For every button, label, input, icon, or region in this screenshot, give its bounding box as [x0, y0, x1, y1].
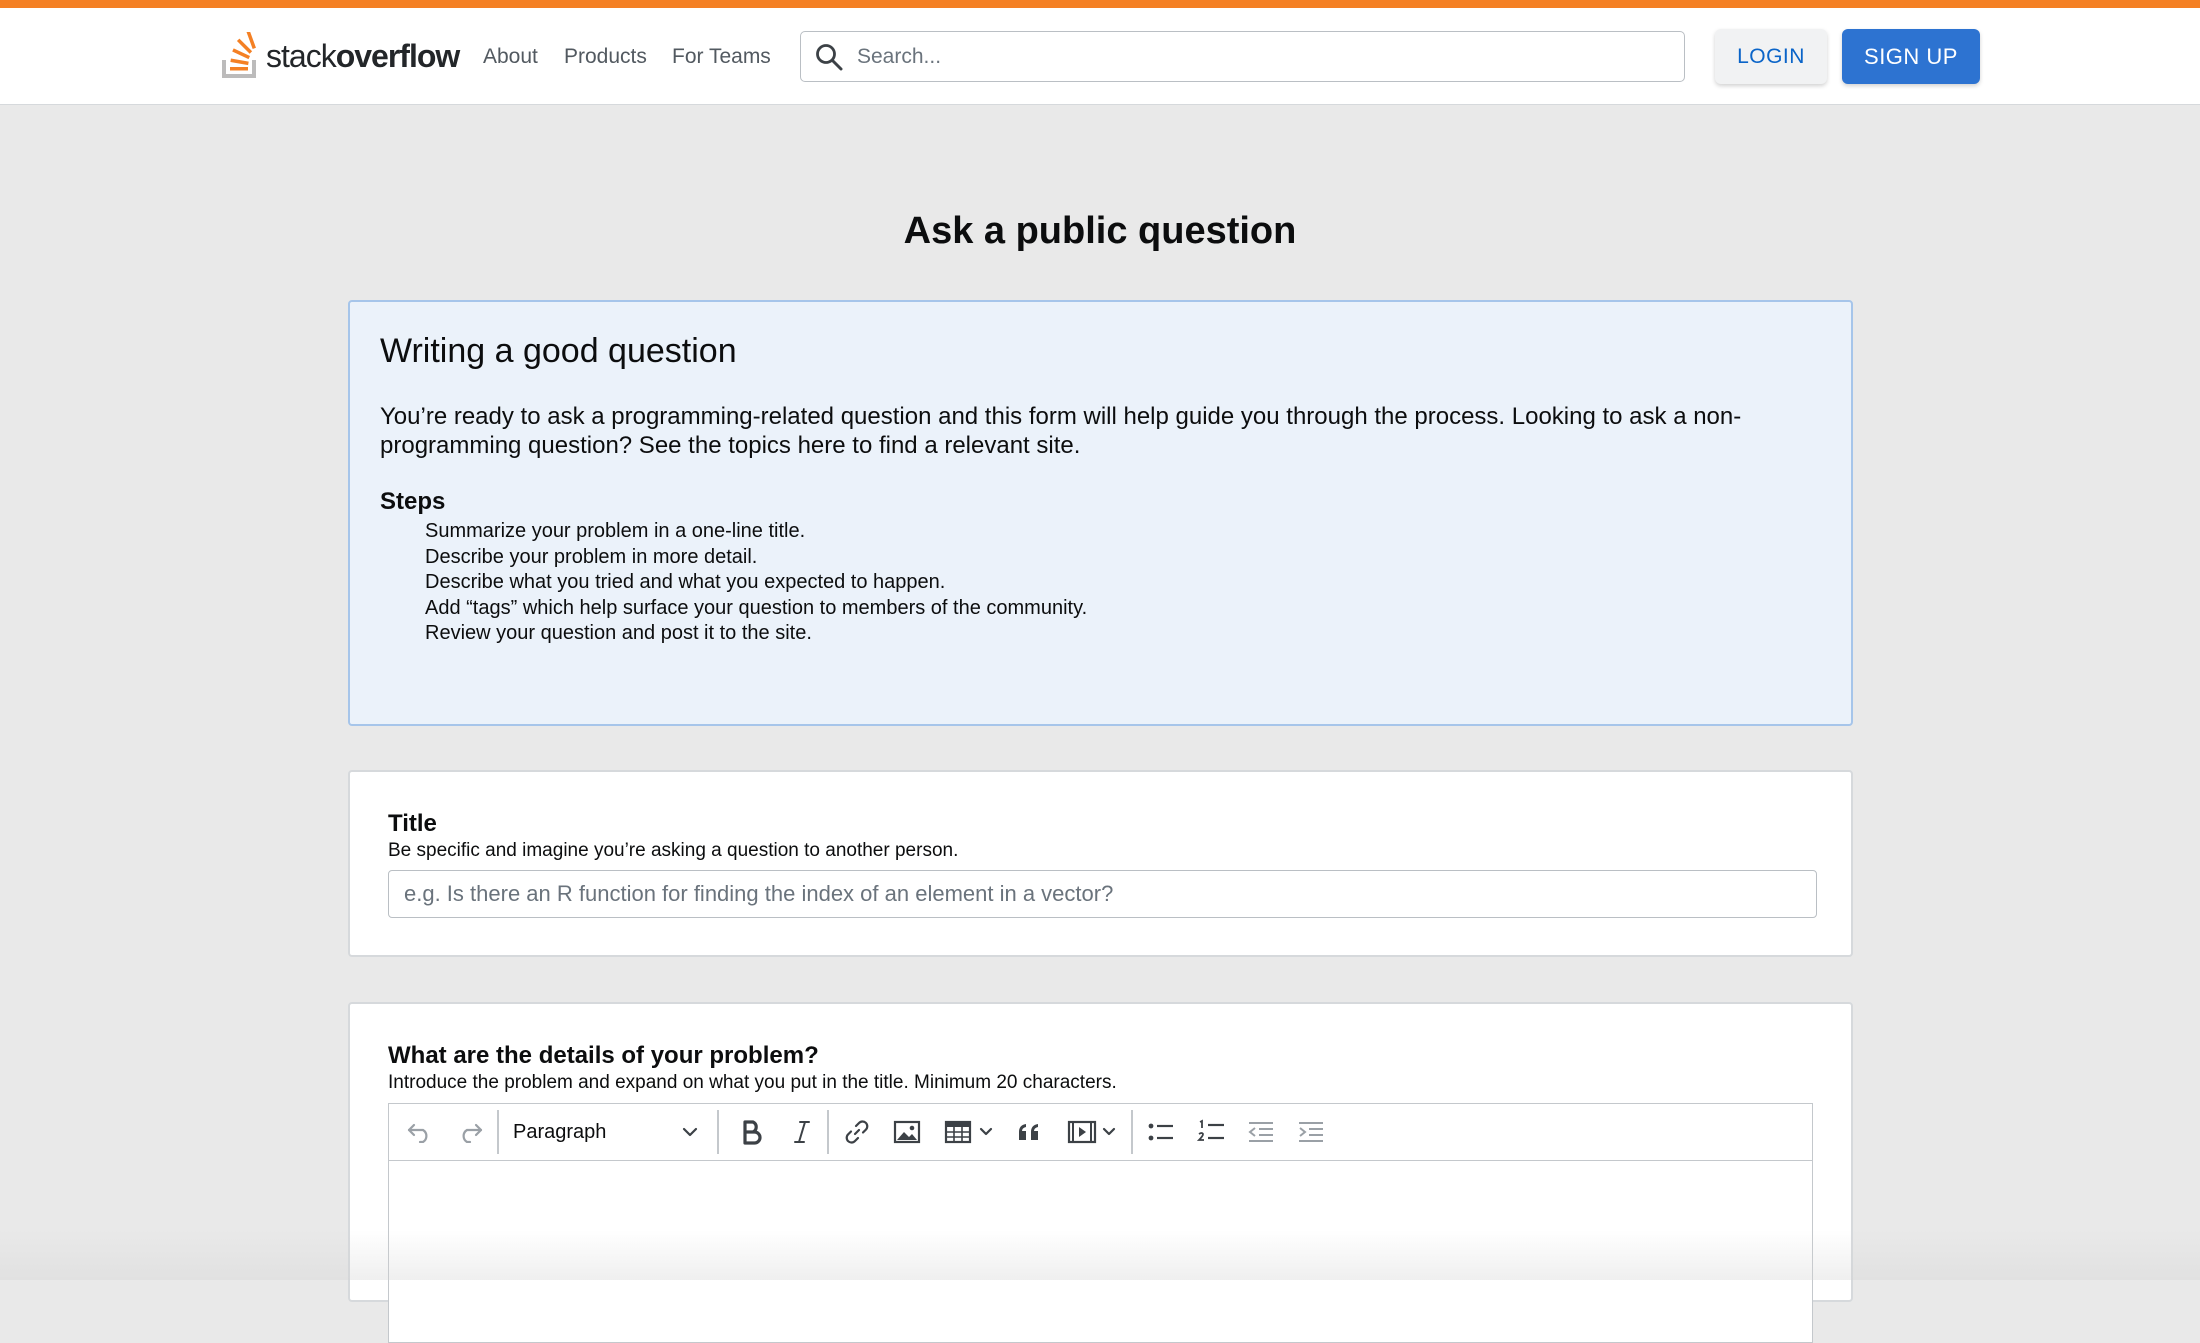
table-icon: [944, 1120, 972, 1144]
login-button[interactable]: LOGIN: [1715, 29, 1827, 84]
link-icon: [845, 1120, 869, 1144]
block-format-dropdown[interactable]: Paragraph: [513, 1115, 699, 1149]
bold-button[interactable]: [733, 1115, 771, 1149]
media-embed-icon: [1067, 1120, 1097, 1144]
editor-content-area[interactable]: [389, 1161, 1812, 1341]
chevron-down-icon: [1102, 1127, 1116, 1136]
bold-icon: [743, 1120, 762, 1145]
chevron-down-icon: [682, 1127, 698, 1137]
insert-image-button[interactable]: [887, 1115, 927, 1149]
redo-button[interactable]: [453, 1115, 487, 1149]
step-item: Describe your problem in more detail.: [425, 545, 758, 568]
bulleted-list-icon: [1148, 1123, 1173, 1141]
logo-wordmark-light: stack: [266, 37, 337, 74]
outdent-button[interactable]: [1241, 1115, 1281, 1149]
toolbar-separator: [717, 1110, 719, 1154]
nav-for-teams[interactable]: For Teams: [672, 46, 771, 67]
numbered-list-button[interactable]: [1191, 1115, 1231, 1149]
italic-icon: [794, 1121, 810, 1143]
step-item: Review your question and post it to the …: [425, 622, 812, 644]
details-field-description: Introduce the problem and expand on what…: [388, 1072, 1117, 1093]
link-button[interactable]: [837, 1115, 877, 1149]
details-field-label: What are the details of your problem?: [388, 1042, 819, 1069]
nav-about[interactable]: About: [483, 46, 538, 67]
title-input[interactable]: [388, 870, 1817, 918]
step-item: Summarize your problem in a one-line tit…: [425, 520, 806, 542]
top-accent-bar: [0, 0, 2200, 8]
indent-icon: [1299, 1122, 1323, 1142]
stackoverflow-logo-icon: [222, 32, 256, 78]
search-box: [800, 31, 1685, 82]
redo-icon: [462, 1123, 483, 1143]
signup-button[interactable]: SIGN UP: [1842, 29, 1980, 84]
logo-wordmark-bold: overflow: [335, 37, 461, 74]
title-field-description: Be specific and imagine you’re asking a …: [388, 840, 959, 861]
media-embed-button[interactable]: [1061, 1115, 1123, 1149]
undo-button[interactable]: [403, 1115, 437, 1149]
guide-title: Writing a good question: [380, 332, 737, 370]
insert-table-button[interactable]: [939, 1115, 999, 1149]
search-input[interactable]: [855, 43, 1659, 70]
steps-heading: Steps: [380, 488, 446, 515]
editor-toolbar: Paragraph: [389, 1104, 1812, 1161]
nav-products[interactable]: Products: [564, 46, 647, 67]
toolbar-separator: [827, 1110, 829, 1154]
step-item: Add “tags” which help surface your quest…: [425, 596, 1088, 619]
outdent-icon: [1248, 1122, 1273, 1142]
guide-body: You’re ready to ask a programming-relate…: [380, 403, 1742, 459]
indent-button[interactable]: [1291, 1115, 1331, 1149]
top-navigation: stackoverflow About Products For Teams L…: [0, 8, 2200, 105]
chevron-down-icon: [979, 1127, 993, 1136]
search-icon: [816, 43, 843, 70]
blockquote-button[interactable]: [1009, 1115, 1049, 1149]
numbered-list-icon: [1197, 1119, 1224, 1141]
toolbar-separator: [497, 1110, 499, 1154]
bulleted-list-button[interactable]: [1141, 1115, 1181, 1149]
undo-icon: [407, 1123, 428, 1143]
stackoverflow-logo[interactable]: stackoverflow: [220, 30, 461, 82]
question-guide-card: Writing a good question You’re ready to …: [348, 300, 1853, 726]
block-format-value: Paragraph: [513, 1120, 607, 1143]
page-title: Ask a public question: [903, 210, 1297, 252]
step-item: Describe what you tried and what you exp…: [425, 571, 946, 593]
steps-list: Summarize your problem in a one-line tit…: [425, 519, 1087, 647]
image-icon: [893, 1120, 921, 1144]
title-field-label: Title: [388, 810, 437, 837]
italic-button[interactable]: [783, 1115, 821, 1149]
blockquote-icon: [1019, 1124, 1038, 1140]
logo-wordmark: stackoverflow: [266, 37, 461, 75]
details-field-card: What are the details of your problem? In…: [348, 1002, 1853, 1343]
toolbar-separator: [1131, 1110, 1133, 1154]
rich-text-editor: Paragraph: [388, 1103, 1813, 1343]
title-field-card: Title Be specific and imagine you’re ask…: [348, 770, 1853, 957]
